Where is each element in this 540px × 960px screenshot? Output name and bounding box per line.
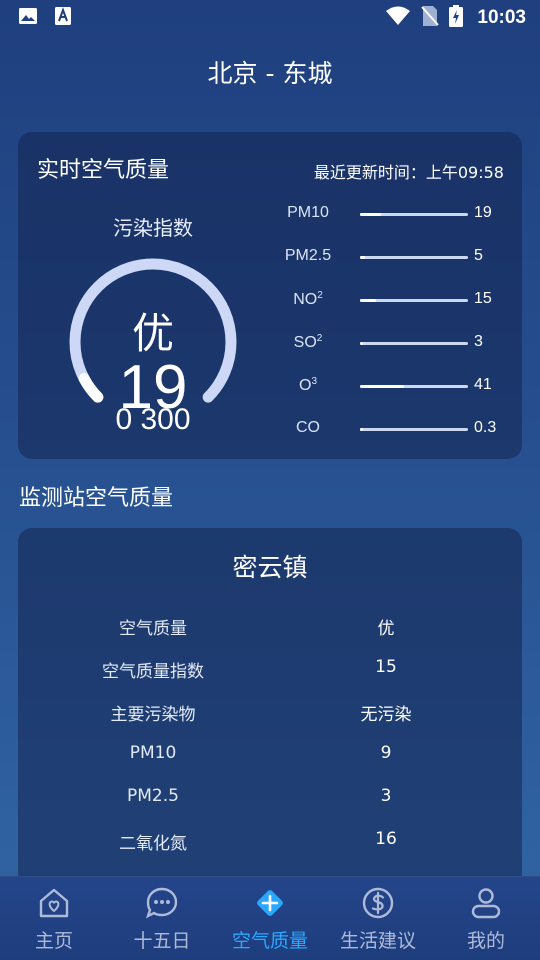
station-row: 二氧化氮 16 — [18, 829, 522, 859]
no-sim-icon — [421, 5, 440, 31]
station-row-value: 优 — [377, 619, 395, 639]
station-row-value: 9 — [380, 743, 392, 763]
nav-item[interactable]: 生活建议 — [324, 877, 432, 960]
wifi-icon — [385, 6, 411, 30]
nav-item-label: 十五日 — [133, 930, 191, 952]
user-icon — [468, 885, 504, 921]
status-time: 10:03 — [477, 7, 526, 28]
image-icon — [18, 6, 38, 30]
pollutant-value: 41 — [474, 376, 492, 393]
pollutant-bar-fill — [360, 299, 377, 302]
pollutant-bar-fill — [360, 428, 364, 431]
realtime-aqi-card: 实时空气质量 最近更新时间：上午09:58 污染指数 优 19 0 300 PM… — [18, 132, 522, 459]
pollutant-name: O3 — [298, 376, 317, 394]
station-card[interactable]: 密云镇 空气质量 优空气质量指数 15 主要污染物 无污染 PM10 9 PM2.5 3 二氧化氮… — [18, 528, 522, 888]
dollar-icon — [360, 885, 396, 921]
pollutant-bar-fill — [360, 342, 364, 345]
nav-item-label: 空气质量 — [231, 930, 308, 952]
pollutant-name: CO — [296, 419, 320, 436]
pollutant-row: PM2.5 5 — [268, 245, 518, 269]
pollutant-value: 19 — [474, 204, 492, 221]
station-row: 空气质量指数 15 — [18, 657, 522, 687]
station-row-label: 二氧化氮 — [119, 834, 187, 854]
pollutant-name: PM10 — [287, 204, 329, 221]
pollutant-row: O3 41 — [268, 374, 518, 398]
city-title[interactable]: 北京 - 东城 — [0, 54, 540, 90]
nav-item[interactable]: 我的 — [432, 877, 540, 960]
chat-icon — [144, 885, 180, 921]
station-row-label: PM2.5 — [127, 786, 179, 806]
station-row-value: 无污染 — [360, 705, 412, 725]
pollutant-row: CO 0.3 — [268, 417, 518, 441]
pollutant-value: 0.3 — [474, 419, 497, 436]
aqi-label: 污染指数 — [113, 216, 193, 240]
stations-section-title: 监测站空气质量 — [19, 486, 174, 511]
station-row: PM10 9 — [18, 743, 522, 773]
station-row-value: 15 — [375, 657, 397, 677]
pollutant-bar — [360, 299, 468, 302]
pollutant-value: 15 — [474, 290, 492, 307]
station-row: PM2.5 3 — [18, 786, 522, 816]
pollutant-bar — [360, 213, 468, 216]
pollutant-row: NO2 15 — [268, 288, 518, 312]
pollutant-row: SO2 3 — [268, 331, 518, 355]
station-row-label: 空气质量指数 — [102, 662, 204, 682]
realtime-title: 实时空气质量 — [37, 158, 170, 183]
pollutant-bar — [360, 342, 468, 345]
nav-item[interactable]: 空气质量 — [216, 877, 324, 960]
pollutant-bar-fill — [360, 385, 405, 388]
status-bar: 10:03 — [0, 0, 540, 36]
nav-item[interactable]: 主页 — [0, 877, 108, 960]
battery-charging-icon — [449, 5, 464, 31]
nav-item-label: 生活建议 — [339, 930, 416, 952]
station-row-label: 主要污染物 — [110, 705, 196, 725]
home-icon — [36, 885, 72, 921]
pollutant-bar-fill — [360, 256, 366, 259]
station-row-label: PM10 — [129, 743, 177, 763]
station-row-value: 3 — [380, 786, 392, 806]
nav-item-label: 我的 — [466, 930, 505, 952]
pollutant-bar — [360, 428, 468, 431]
pollutant-bar-fill — [360, 213, 381, 216]
air-quality-icon — [252, 885, 288, 921]
station-name: 密云镇 — [232, 553, 308, 582]
station-row-value: 16 — [375, 829, 397, 849]
station-row: 主要污染物 无污染 — [18, 700, 522, 730]
font-icon — [54, 6, 72, 30]
station-row-label: 空气质量 — [119, 619, 187, 639]
update-time-label: 最近更新时间：上午09:58 — [313, 163, 504, 182]
pollutant-bar — [360, 256, 468, 259]
station-row: 空气质量 优 — [18, 614, 522, 644]
pollutant-value: 5 — [474, 247, 483, 264]
bottom-nav: 主页 十五日 空气质量 生活建议 我的 — [0, 876, 540, 960]
pollutant-value: 3 — [474, 333, 483, 350]
pollutant-name: NO2 — [293, 290, 323, 308]
pollutant-name: PM2.5 — [284, 247, 332, 264]
pollutant-row: PM10 19 — [268, 202, 518, 226]
gauge-scale-label: 0 300 — [115, 403, 191, 430]
pollutant-name: SO2 — [293, 333, 323, 351]
nav-item-label: 主页 — [34, 930, 73, 952]
nav-item[interactable]: 十五日 — [108, 877, 216, 960]
pollutant-bar — [360, 385, 468, 388]
